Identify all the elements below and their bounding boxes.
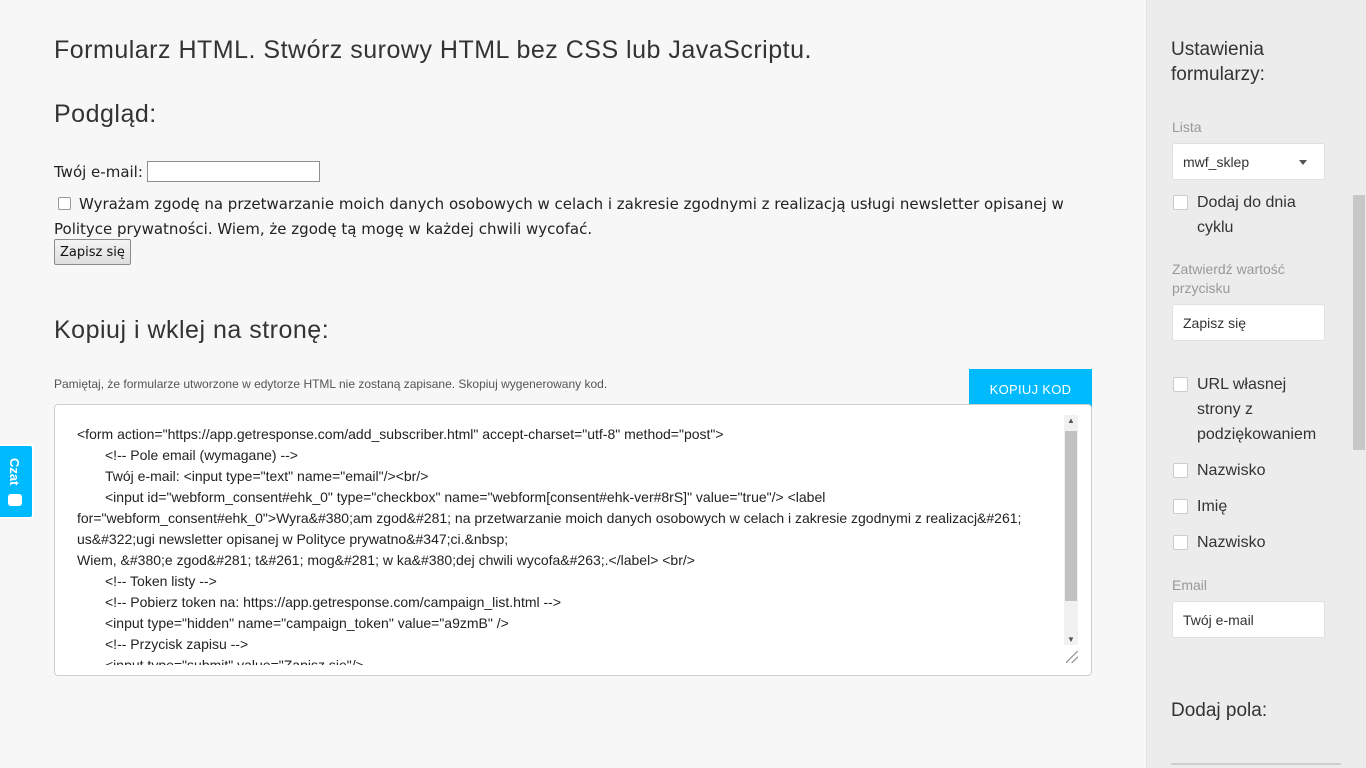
confirm-button-value: Zapisz się [1183, 314, 1247, 331]
checkbox-box[interactable] [1173, 463, 1188, 478]
code-line: <form action="https://app.getresponse.co… [77, 426, 724, 442]
first-name-checkbox[interactable]: Imię [1172, 494, 1227, 519]
preview-submit-button[interactable]: Zapisz się [54, 239, 131, 265]
surname-checkbox[interactable]: Nazwisko [1172, 458, 1265, 483]
list-select[interactable]: mwf_sklep [1172, 143, 1325, 180]
code-content[interactable]: <form action="https://app.getresponse.co… [69, 415, 1079, 665]
code-line: <input type="hidden" name="campaign_toke… [105, 615, 509, 631]
confirm-button-value-input[interactable]: Zapisz się [1172, 304, 1325, 341]
preview-email-input[interactable] [146, 161, 320, 182]
list-select-value: mwf_sklep [1183, 153, 1250, 170]
page-title: Formularz HTML. Stwórz surowy HTML bez C… [54, 36, 812, 64]
code-line: <!-- Pole email (wymagane) --> [105, 447, 298, 463]
email-field-value: Twój e-mail [1183, 611, 1254, 628]
chevron-down-icon [1299, 160, 1307, 165]
consent-checkbox[interactable] [58, 197, 71, 210]
chat-label: Czat [7, 458, 22, 486]
sidebar-divider [1171, 763, 1341, 765]
checkbox-box[interactable] [1173, 195, 1188, 210]
surname-label: Nazwisko [1197, 462, 1266, 479]
add-fields-title: Dodaj pola: [1171, 700, 1268, 721]
sidebar-scrollbar[interactable] [1353, 195, 1365, 450]
scroll-down-icon[interactable]: ▼ [1064, 635, 1078, 644]
copy-note: Pamiętaj, że formularze utworzone w edyt… [54, 377, 608, 391]
confirm-label: Zatwierdź wartość przycisku [1172, 261, 1285, 296]
email-field-input[interactable]: Twój e-mail [1172, 601, 1325, 638]
code-line: <!-- Pobierz token na: https://app.getre… [105, 594, 562, 610]
email-label: Email [1172, 577, 1208, 593]
code-line: <input id="webform_consent#ehk_0" type="… [105, 489, 826, 505]
first-name-label: Imię [1197, 498, 1228, 515]
code-textarea[interactable]: <form action="https://app.getresponse.co… [54, 404, 1092, 676]
code-line: Twój e-mail: <input type="text" name="em… [105, 468, 429, 484]
preview-consent: Wyrażam zgodę na przetwarzanie moich dan… [54, 192, 1084, 242]
consent-text: Wyrażam zgodę na przetwarzanie moich dan… [54, 195, 1064, 238]
add-to-cycle-checkbox[interactable]: Dodaj do dnia cyklu [1172, 190, 1332, 240]
checkbox-box[interactable] [1173, 377, 1188, 392]
settings-sidebar: Ustawienia formularzy: Lista mwf_sklep D… [1146, 0, 1366, 768]
code-line: us&#322;ugi newsletter opisanej w Polity… [77, 531, 509, 547]
preview-email-label: Twój e-mail: [54, 162, 143, 181]
code-line: <!-- Token listy --> [105, 573, 217, 589]
copy-code-button[interactable]: KOPIUJ KOD [969, 369, 1092, 409]
code-scrollbar[interactable]: ▲ ▼ [1064, 415, 1078, 645]
main-content: Formularz HTML. Stwórz surowy HTML bez C… [0, 0, 1146, 768]
checkbox-box[interactable] [1173, 499, 1188, 514]
code-line: Wiem, &#380;e zgod&#281; t&#261; mog&#28… [77, 552, 695, 568]
scroll-thumb[interactable] [1065, 431, 1077, 601]
chat-bubble-icon [8, 494, 22, 506]
thank-you-url-checkbox[interactable]: URL własnej strony z podziękowaniem [1172, 372, 1332, 447]
sidebar-title: Ustawienia formularzy: [1171, 39, 1265, 85]
preview-title: Podgląd: [54, 100, 157, 128]
thank-you-url-label: URL własnej strony z podziękowaniem [1197, 376, 1317, 443]
code-line: for="webform_consent#ehk_0">Wyra&#380;am… [77, 510, 1022, 526]
preview-email-row: Twój e-mail: [54, 161, 320, 182]
checkbox-box[interactable] [1173, 535, 1188, 550]
surname-checkbox-2[interactable]: Nazwisko [1172, 530, 1265, 555]
list-label: Lista [1172, 119, 1202, 135]
surname-label-2: Nazwisko [1197, 534, 1266, 551]
code-line: <!-- Przycisk zapisu --> [105, 636, 249, 652]
chat-tab[interactable]: Czat [0, 444, 34, 519]
code-line: <input type="submit" value="Zapisz się"/… [105, 657, 364, 665]
resize-handle-icon[interactable] [1066, 651, 1078, 663]
scroll-up-icon[interactable]: ▲ [1064, 416, 1078, 425]
copy-title: Kopiuj i wklej na stronę: [54, 316, 330, 344]
add-to-cycle-label: Dodaj do dnia cyklu [1197, 194, 1296, 236]
